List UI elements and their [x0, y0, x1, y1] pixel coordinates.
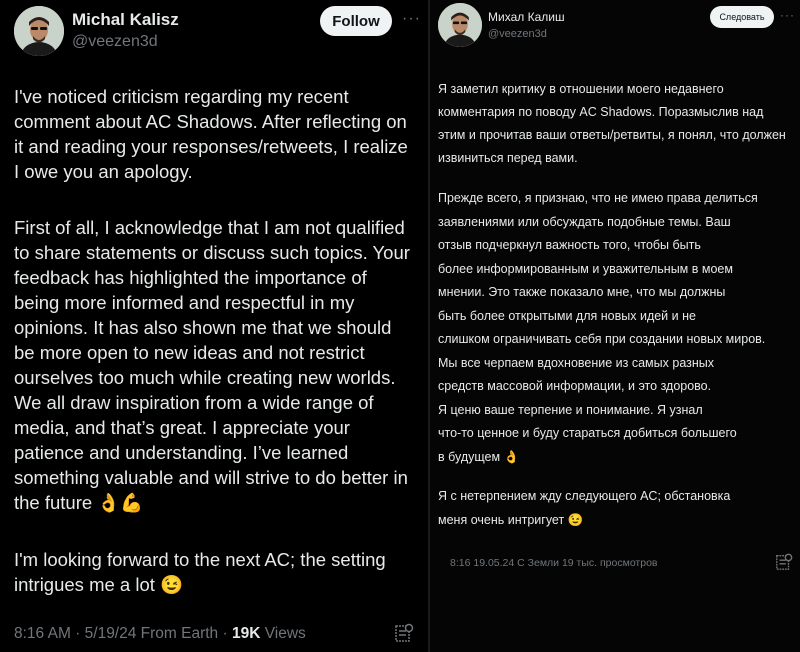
- tweet-paragraph-3-text: Я с нетерпением жду следующего AC; обста…: [438, 489, 731, 527]
- tweet-timestamp[interactable]: 8:16 AM · 5/19/24 From Earth ·: [14, 625, 232, 642]
- author-name[interactable]: Михал Калиш: [488, 10, 565, 24]
- ok-hand-emoji: 👌: [503, 449, 520, 464]
- tweet-paragraph-1: Я заметил критику в отношении моего неда…: [438, 82, 786, 165]
- follow-button[interactable]: Follow: [320, 6, 392, 36]
- tweet-paragraph-2: First of all, I acknowledge that I am no…: [14, 215, 424, 515]
- author-handle[interactable]: @veezen3d: [488, 28, 547, 40]
- tweet-paragraph-2-text: Прежде всего, я признаю, что не имею пра…: [438, 191, 766, 464]
- avatar-image: [438, 3, 482, 47]
- author-name[interactable]: Michal Kalisz: [72, 10, 179, 30]
- more-icon[interactable]: ···: [402, 10, 421, 28]
- stats-icon-graphic: [395, 623, 414, 642]
- tweet-paragraph-3: I'm looking forward to the next AC; the …: [14, 547, 424, 597]
- stats-icon[interactable]: [394, 623, 414, 643]
- wink-emoji: 😉: [160, 574, 184, 595]
- tweet-meta[interactable]: 8:16 19.05.24 С Земли 19 тыс. просмотров: [450, 557, 658, 569]
- wink-emoji: 😉: [567, 512, 584, 527]
- stats-icon-graphic: [776, 553, 793, 570]
- avatar-image: [14, 6, 64, 56]
- tweet-paragraph-2-text: First of all, I acknowledge that I am no…: [14, 217, 410, 513]
- author-handle[interactable]: @veezen3d: [72, 33, 158, 51]
- more-icon[interactable]: ···: [780, 8, 795, 22]
- avatar[interactable]: [14, 6, 64, 56]
- tweet-paragraph-1: I've noticed criticism regarding my rece…: [14, 86, 408, 182]
- tweet-meta: 8:16 AM · 5/19/24 From Earth · 19K Views: [14, 625, 306, 643]
- tweet-paragraph-3: Я с нетерпением жду следующего AC; обста…: [438, 485, 798, 532]
- follow-button[interactable]: Следовать: [710, 6, 774, 28]
- tweet-paragraph-2: Прежде всего, я признаю, что не имею пра…: [438, 187, 798, 469]
- views-count: 19K: [231, 625, 261, 642]
- tweet-panel-russian: Михал Калиш @veezen3d Следовать ··· Я за…: [430, 0, 800, 652]
- views-label: Views: [260, 625, 306, 642]
- tweet-panel-english: Michal Kalisz @veezen3d Follow ··· I've …: [0, 0, 428, 652]
- avatar[interactable]: [438, 3, 482, 47]
- tweet-paragraph-3-text: I'm looking forward to the next AC; the …: [14, 549, 386, 595]
- ok-flexed-biceps-emoji: 👌💪: [97, 492, 144, 513]
- stats-icon[interactable]: [775, 553, 793, 571]
